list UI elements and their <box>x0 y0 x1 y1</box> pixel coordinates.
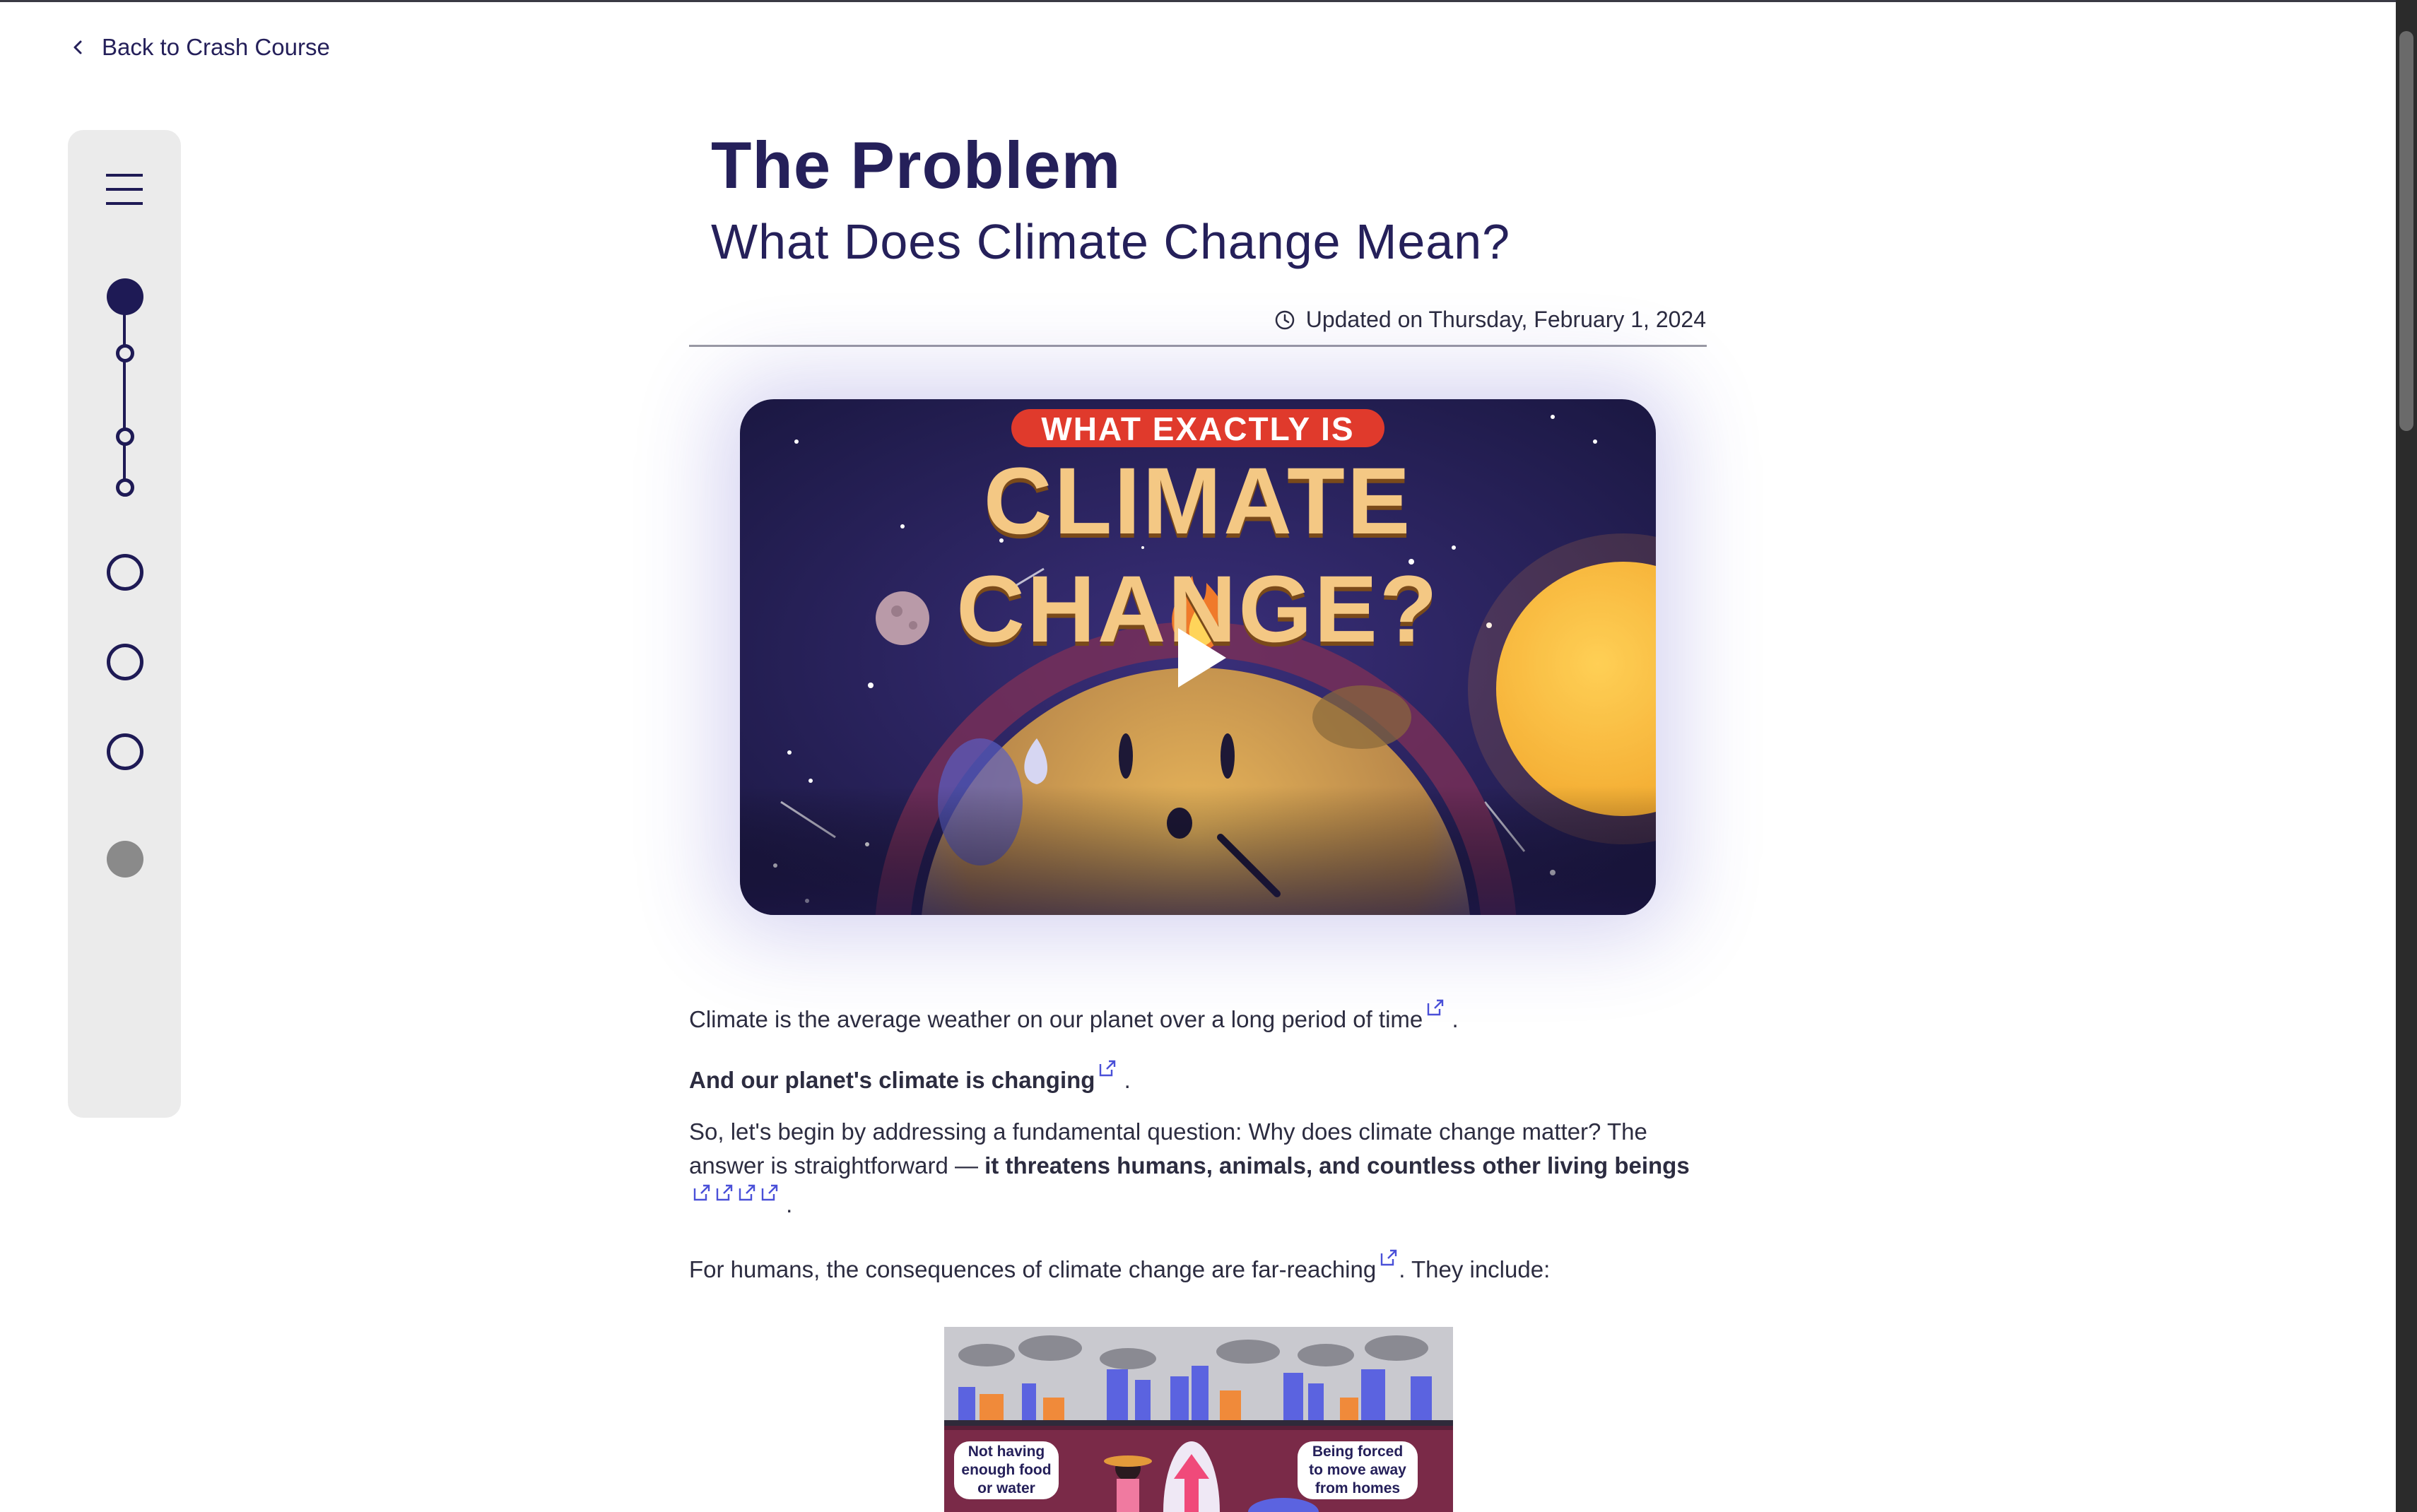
scrollbar-thumb[interactable] <box>2399 31 2413 431</box>
speech-bubble-food-water: Not having enough food or water <box>954 1441 1059 1499</box>
external-link-icon[interactable] <box>692 1183 712 1203</box>
paragraph-text-end: . They include: <box>1399 1256 1551 1282</box>
paragraph-climate-changing: And our planet's climate is changing . <box>689 1058 1707 1097</box>
scrollbar[interactable] <box>2396 0 2417 1512</box>
section-dot-3[interactable] <box>107 644 143 680</box>
lesson-sidebar <box>68 130 181 1118</box>
consequences-illustration: Not having enough food or water Being fo… <box>944 1327 1453 1512</box>
subsection-dot-3[interactable] <box>116 478 134 497</box>
external-link-icon[interactable] <box>1425 998 1445 1017</box>
page-subtitle: What Does Climate Change Mean? <box>711 214 1511 269</box>
external-link-icon[interactable] <box>1379 1248 1399 1268</box>
thumbnail-headline-top: WHAT EXACTLY IS <box>1011 409 1384 447</box>
paragraph-period: . <box>786 1191 793 1217</box>
section-dot-current[interactable] <box>107 278 143 315</box>
paragraph-bold-text: it threatens humans, animals, and countl… <box>984 1152 1690 1179</box>
hamburger-menu-icon[interactable] <box>105 170 144 209</box>
external-link-icon[interactable] <box>1098 1058 1117 1078</box>
back-to-crash-course-link[interactable]: Back to Crash Course <box>71 34 330 61</box>
clock-icon <box>1275 310 1294 329</box>
paragraph-period: . <box>1124 1067 1131 1093</box>
play-icon[interactable] <box>1163 622 1233 693</box>
speech-bubble-displacement: Being forced to move away from homes <box>1298 1441 1418 1499</box>
external-link-icon[interactable] <box>714 1183 734 1203</box>
external-link-icon[interactable] <box>737 1183 757 1203</box>
paragraph-bold-text: And our planet's climate is changing <box>689 1067 1095 1093</box>
updated-date-text: Updated on Thursday, February 1, 2024 <box>1305 307 1706 332</box>
subsection-dot-2[interactable] <box>116 427 134 446</box>
subsection-dot-1[interactable] <box>116 344 134 362</box>
section-dot-final[interactable] <box>107 841 143 878</box>
paragraph-climate-definition: Climate is the average weather on our pl… <box>689 998 1707 1036</box>
header-divider <box>689 345 1707 347</box>
external-link-icon[interactable] <box>760 1183 780 1203</box>
paragraph-text: Climate is the average weather on our pl… <box>689 1006 1423 1032</box>
section-dot-4[interactable] <box>107 733 143 770</box>
page: Back to Crash Course The Problem What Do… <box>0 0 2417 1512</box>
page-title: The Problem <box>711 128 1122 202</box>
back-link-label: Back to Crash Course <box>102 34 330 60</box>
section-dot-2[interactable] <box>107 554 143 591</box>
paragraph-why-it-matters: So, let's begin by addressing a fundamen… <box>689 1115 1707 1222</box>
updated-date: Updated on Thursday, February 1, 2024 <box>1274 307 1706 333</box>
video-player[interactable]: WHAT EXACTLY IS CLIMATE CHANGE? <box>740 399 1656 915</box>
paragraph-text: For humans, the consequences of climate … <box>689 1256 1377 1282</box>
top-border <box>0 0 2396 2</box>
chevron-left-icon <box>73 40 82 54</box>
progress-connector <box>123 300 126 490</box>
paragraph-consequences: For humans, the consequences of climate … <box>689 1248 1707 1287</box>
paragraph-period: . <box>1452 1006 1459 1032</box>
